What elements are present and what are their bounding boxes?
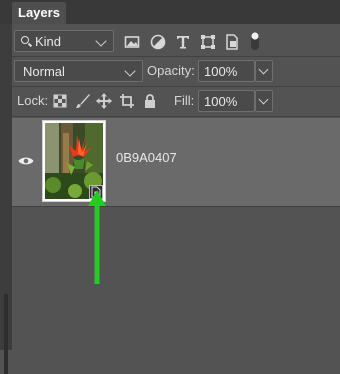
lock-all-icon[interactable] — [142, 93, 158, 109]
chevron-down-icon — [258, 64, 269, 75]
blend-mode-dropdown[interactable]: Normal — [14, 60, 143, 82]
lock-artboard-icon[interactable] — [119, 93, 135, 109]
fill-input[interactable]: 100% — [198, 90, 255, 112]
chevron-down-icon — [95, 35, 107, 47]
chevron-down-icon — [258, 94, 269, 105]
lock-image-pixels-icon[interactable] — [75, 93, 91, 109]
lock-row: Lock: Fill: 100% — [12, 88, 340, 114]
image-filter-icon[interactable] — [124, 34, 140, 50]
opacity-input[interactable]: 100% — [198, 60, 255, 82]
kind-filter-dropdown[interactable]: Kind — [14, 30, 114, 52]
kind-filter-label: Kind — [35, 34, 62, 49]
eye-icon[interactable] — [18, 156, 34, 166]
blend-mode-value: Normal — [23, 64, 65, 79]
adjustment-filter-icon[interactable] — [150, 34, 166, 50]
annotation-arrow-icon — [88, 190, 106, 284]
filter-row: Kind — [12, 28, 340, 54]
fill-value: 100% — [204, 94, 238, 109]
search-icon — [21, 36, 29, 44]
tab-layers[interactable]: Layers — [12, 2, 66, 24]
opacity-dropdown-button[interactable] — [255, 60, 273, 82]
lock-label: Lock: — [17, 93, 49, 108]
layer-name[interactable]: 0B9A0407 — [116, 150, 177, 165]
fill-dropdown-button[interactable] — [255, 90, 273, 112]
divider — [12, 206, 340, 207]
fill-label: Fill: — [174, 93, 195, 108]
blend-row: Normal Opacity: 100% — [12, 58, 340, 84]
left-scrollbar[interactable] — [4, 294, 8, 374]
divider — [12, 116, 340, 117]
divider — [12, 56, 340, 57]
lock-position-icon[interactable] — [96, 93, 112, 109]
opacity-label: Opacity: — [147, 63, 195, 78]
filter-toggle-icon[interactable] — [248, 31, 262, 51]
lock-transparent-pixels-icon[interactable] — [52, 93, 68, 109]
smart-object-filter-icon[interactable] — [224, 34, 240, 50]
divider — [12, 86, 340, 87]
type-filter-icon[interactable] — [175, 34, 191, 50]
shape-filter-icon[interactable] — [200, 34, 216, 50]
left-gutter — [0, 24, 12, 374]
chevron-down-icon — [124, 65, 136, 77]
opacity-value: 100% — [204, 64, 238, 79]
